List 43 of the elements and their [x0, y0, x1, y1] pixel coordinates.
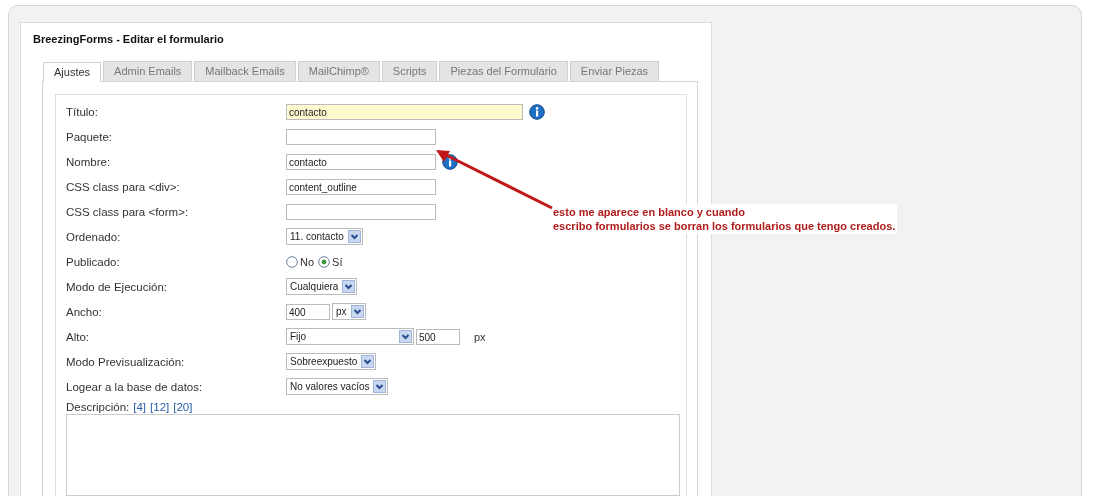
size-link[interactable]: [20] [173, 401, 193, 413]
field-label: Publicado: [66, 255, 121, 268]
field-label: Nombre: [66, 155, 112, 168]
radio-option[interactable]: Sí [318, 255, 343, 268]
annotation-text: esto me aparece en blanco y cuando escribo formularios se borran los formularios que tengo creados. [551, 204, 898, 234]
field-label: Alto: [66, 330, 90, 343]
input-field[interactable]: contacto [286, 103, 523, 120]
tab[interactable]: Scripts [381, 61, 438, 81]
size-link[interactable]: [12] [150, 401, 170, 413]
tab[interactable]: Admin Emails [103, 61, 193, 81]
field-label: CSS class para <form>: [66, 205, 190, 218]
select-field[interactable]: No valores vacíos [286, 378, 389, 395]
input-field[interactable]: 500 [416, 328, 460, 345]
radio-option[interactable]: No [286, 255, 315, 268]
input-field[interactable]: content_outline [286, 178, 436, 195]
field-label: Modo de Ejecución: [66, 280, 168, 293]
field-label: CSS class para <div>: [66, 180, 181, 193]
tab[interactable]: MailChimp® [297, 61, 380, 81]
select-field[interactable]: Sobreexpuesto [286, 353, 377, 370]
description-textarea[interactable] [66, 414, 680, 496]
field-label: Ancho: [66, 305, 103, 318]
input-field[interactable]: 400 [286, 303, 330, 320]
input-field[interactable] [286, 203, 436, 220]
tab[interactable]: Piezas del Formulario [439, 61, 568, 81]
field-label: Ordenado: [66, 230, 122, 243]
tab[interactable]: Ajustes [43, 62, 102, 82]
info-icon[interactable] [529, 103, 545, 120]
field-label: Logear a la base de datos: [66, 380, 204, 393]
select-field[interactable]: Cualquiera [286, 278, 358, 295]
field-label: Título: [66, 105, 99, 118]
select-field[interactable]: px [332, 303, 366, 320]
input-field[interactable]: contacto [286, 153, 436, 170]
input-field[interactable] [286, 128, 436, 145]
field-label: Paquete: [66, 130, 114, 143]
field-label: Modo Previsualización: [66, 355, 186, 368]
tab[interactable]: Mailback Emails [194, 61, 296, 81]
size-link[interactable]: [4] [133, 401, 147, 413]
field-label: Descripción: [66, 401, 130, 413]
select-field[interactable]: Fijo [286, 328, 414, 345]
tab[interactable]: Enviar Piezas [569, 61, 660, 81]
unit-label: px [474, 330, 486, 343]
select-field[interactable]: 11. contacto [286, 228, 363, 245]
panel-title: BreezingForms - Editar el formulario [33, 33, 225, 45]
